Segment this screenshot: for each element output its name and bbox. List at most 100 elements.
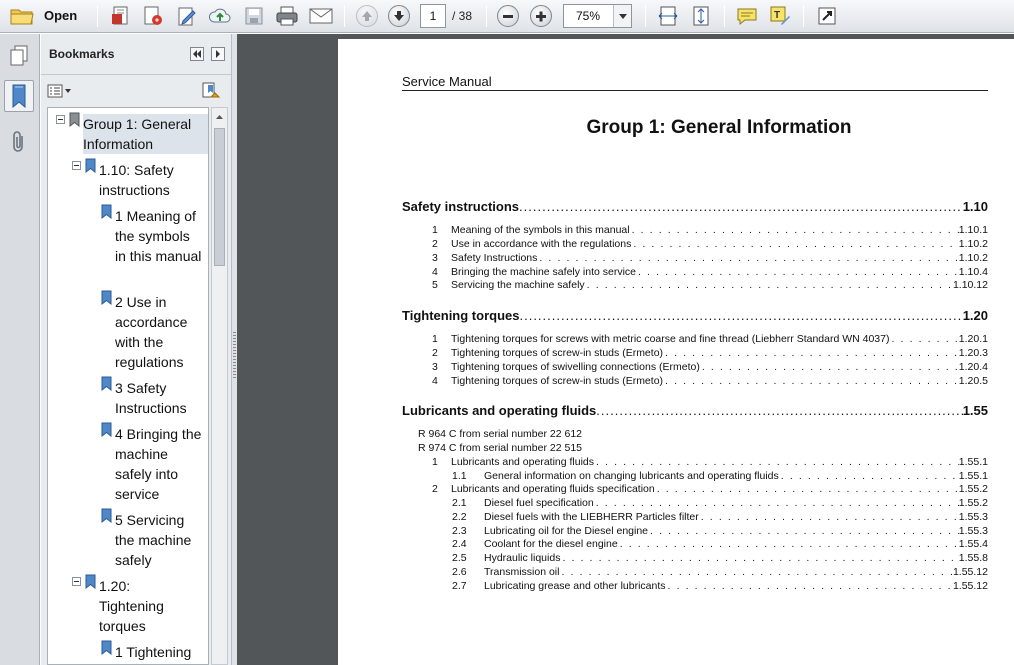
toc-entry[interactable]: 1 Meaning of the symbols in this manual 1.… <box>432 224 988 238</box>
toc-entry[interactable]: 2.3 Lubricating oil for the Diesel engine… <box>452 525 988 539</box>
upload-cloud-icon[interactable] <box>207 4 233 28</box>
bookmarks-toolbar <box>41 74 231 106</box>
collapse-toggle-icon[interactable] <box>72 161 81 170</box>
zoom-out-button[interactable] <box>496 4 520 28</box>
toc-entry[interactable]: 2 Use in accordance with the regulations 1… <box>432 238 988 252</box>
highlight-text-icon[interactable]: T <box>767 4 793 28</box>
bookmark-1-20-torques[interactable]: 1.20: Tightening torques <box>99 576 179 636</box>
entry-number: 4 <box>432 375 438 387</box>
entry-text: Tightening torques of swivelling connect… <box>451 361 700 373</box>
entry-text: Lubricants and operating fluids specific… <box>451 483 655 495</box>
edit-document-icon[interactable] <box>174 4 200 28</box>
fit-full-page-icon[interactable] <box>688 4 714 28</box>
bookmarks-panel-header: Bookmarks <box>41 34 231 74</box>
toc-section-heading[interactable]: Tightening torques 1.20 <box>402 308 988 323</box>
entry-number: 1 <box>432 224 438 236</box>
bookmark-options-menu[interactable] <box>47 82 73 100</box>
entry-number: 2.1 <box>452 497 467 509</box>
combine-files-icon[interactable] <box>140 4 166 28</box>
toc-entry[interactable]: 5 Servicing the machine safely 1.10.12 <box>432 279 988 293</box>
zoom-select[interactable]: 75% <box>563 4 632 28</box>
zoom-in-button[interactable] <box>529 4 553 28</box>
page-thumbnails-icon[interactable] <box>4 40 34 72</box>
entry-text: Meaning of the symbols in this manual <box>451 224 630 236</box>
entry-page: 1.10.4 <box>958 266 988 278</box>
expand-bookmark-icon[interactable] <box>199 81 221 101</box>
next-page-button[interactable] <box>387 4 411 28</box>
bookmark-use-accordance[interactable]: 2 Use in accordance with the regulations <box>115 292 203 372</box>
bookmark-label: 2 Use in accordance with the regulations <box>115 294 188 370</box>
fit-page-width-icon[interactable] <box>655 4 681 28</box>
bookmark-tightening[interactable]: 1 Tightening <box>115 642 207 662</box>
bookmark-bringing-machine[interactable]: 4 Bringing the machine safely into servi… <box>115 424 207 504</box>
toc-entry[interactable]: 1.1 General information on changing lubri… <box>452 470 988 484</box>
toc-section-heading[interactable]: Lubricants and operating fluids 1.55 <box>402 403 988 418</box>
section-title: Safety instructions <box>402 199 520 214</box>
toc-entry[interactable]: 2.6 Transmission oil 1.55.12 <box>452 566 988 580</box>
serial-note: R 974 C from serial number 22 515 <box>418 442 582 454</box>
section-title: Lubricants and operating fluids <box>402 403 597 418</box>
bookmark-label: 4 Bringing the machine safely into servi… <box>115 426 202 502</box>
bookmark-1-10-safety[interactable]: 1.10: Safety instructions <box>99 160 199 200</box>
toc-entry[interactable]: 3 Tightening torques of swivelling connec… <box>432 361 988 375</box>
open-folder-icon[interactable] <box>8 4 36 28</box>
toc-entry[interactable]: 4 Bringing the machine safely into servic… <box>432 266 988 280</box>
print-icon[interactable] <box>273 4 301 28</box>
entry-number: 1 <box>432 456 438 468</box>
collapse-toggle-icon[interactable] <box>72 577 81 586</box>
toc-entry[interactable]: 2.5 Hydraulic liquids 1.55.8 <box>452 552 988 566</box>
bookmark-label: 1.10: Safety instructions <box>99 162 174 198</box>
comment-icon[interactable] <box>734 4 760 28</box>
toc-entry[interactable]: 2.7 Lubricating grease and other lubrican… <box>452 580 988 594</box>
entry-text: General information on changing lubrican… <box>484 470 779 482</box>
bookmarks-scrollbar[interactable] <box>211 107 228 665</box>
entry-text: Safety Instructions <box>451 252 538 264</box>
bookmark-icon <box>101 422 112 437</box>
save-icon[interactable] <box>241 4 267 28</box>
bookmark-label: 1.20: Tightening torques <box>99 578 164 634</box>
entry-page: 1.55.1 <box>958 470 988 482</box>
toc-section-heading[interactable]: Safety instructions 1.10 <box>402 199 988 214</box>
toc-entry[interactable]: 2.1 Diesel fuel specification 1.55.2 <box>452 497 988 511</box>
toc-entry[interactable]: 2.4 Coolant for the diesel engine 1.55.4 <box>452 538 988 552</box>
toc-entry[interactable]: 2 Lubricants and operating fluids specifi… <box>432 483 988 497</box>
section-page: 1.55 <box>962 403 988 418</box>
entry-text: Tightening torques of screw-in studs (Er… <box>451 375 664 387</box>
entry-page: 1.55.2 <box>958 483 988 495</box>
bookmark-icon <box>101 376 112 391</box>
running-head: Service Manual <box>402 74 492 89</box>
toc-entry[interactable]: 2.2 Diesel fuels with the LIEBHERR Partic… <box>452 511 988 525</box>
bookmarks-panel-icon[interactable] <box>4 80 34 112</box>
previous-page-button[interactable] <box>355 4 379 28</box>
toc-entry[interactable]: 4 Tightening torques of screw-in studs (E… <box>432 375 988 389</box>
entry-number: 2.5 <box>452 552 467 564</box>
attachments-paperclip-icon[interactable] <box>4 126 34 158</box>
bookmark-safety-instructions[interactable]: 3 Safety Instructions <box>115 378 203 418</box>
toc-entry[interactable]: 1 Lubricants and operating fluids 1.55.1 <box>432 456 988 470</box>
create-pdf-icon[interactable] <box>108 4 134 28</box>
full-screen-icon[interactable] <box>814 4 840 28</box>
entry-page: 1.20.1 <box>958 333 988 345</box>
bookmarks-panel-title: Bookmarks <box>49 47 115 61</box>
entry-page: 1.10.2 <box>958 238 988 250</box>
collapse-panel-icon[interactable] <box>190 47 204 61</box>
entry-page: 1.55.2 <box>958 497 988 509</box>
section-page: 1.20 <box>962 308 988 323</box>
panel-options-icon[interactable] <box>211 47 225 61</box>
email-icon[interactable] <box>307 4 335 28</box>
toc-entry[interactable]: 1 Tightening torques for screws with metr… <box>432 333 988 347</box>
bookmark-servicing-machine[interactable]: 5 Servicing the machine safely <box>115 510 205 570</box>
open-button[interactable]: Open <box>44 8 77 23</box>
scrollbar-thumb[interactable] <box>214 128 225 266</box>
entry-page: 1.55.8 <box>958 552 988 564</box>
chevron-down-icon[interactable] <box>613 5 631 27</box>
entry-text: Transmission oil <box>484 566 560 578</box>
bookmark-group-1[interactable]: Group 1: General Information <box>83 114 208 154</box>
toc-entry[interactable]: 2 Tightening torques of screw-in studs (E… <box>432 347 988 361</box>
collapse-toggle-icon[interactable] <box>56 115 65 124</box>
entry-page: 1.55.3 <box>958 511 988 523</box>
scroll-up-icon[interactable] <box>212 110 227 124</box>
toc-entry[interactable]: 3 Safety Instructions 1.10.2 <box>432 252 988 266</box>
bookmark-meaning-symbols[interactable]: 1 Meaning of the symbols in this manual <box>115 206 203 266</box>
page-number-input[interactable]: 1 <box>420 4 446 28</box>
